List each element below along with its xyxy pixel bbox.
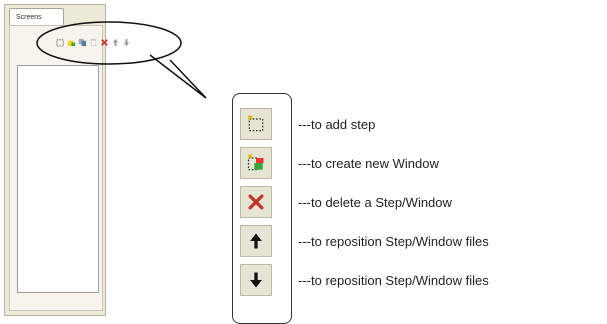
mini-toolbar: [56, 36, 131, 48]
legend-row-delete: ---to delete a Step/Window: [232, 186, 592, 218]
add-step-icon: [240, 108, 272, 140]
legend-label: ---to add step: [298, 117, 376, 132]
copy-icon[interactable]: [78, 38, 87, 47]
legend-label: ---to reposition Step/Window files: [298, 273, 489, 288]
move-up-icon: [240, 225, 272, 257]
delete-icon[interactable]: [100, 38, 109, 47]
move-down-icon[interactable]: [122, 38, 131, 47]
move-down-icon: [240, 264, 272, 296]
callout-pointer: [149, 54, 207, 99]
legend-row-new-window: ---to create new Window: [232, 147, 592, 179]
legend-label: ---to reposition Step/Window files: [298, 234, 489, 249]
tab-screens[interactable]: Screens: [9, 8, 64, 26]
legend-label: ---to delete a Step/Window: [298, 195, 452, 210]
paste-icon[interactable]: [89, 38, 98, 47]
legend-row-move-down: ---to reposition Step/Window files: [232, 264, 592, 296]
move-up-icon[interactable]: [111, 38, 120, 47]
screens-panel: Screens: [4, 4, 106, 316]
add-step-icon[interactable]: [56, 38, 65, 47]
legend-label: ---to create new Window: [298, 156, 439, 171]
screens-list[interactable]: [17, 65, 99, 293]
delete-icon: [240, 186, 272, 218]
legend-row-add-step: ---to add step: [232, 108, 592, 140]
new-window-icon[interactable]: [67, 38, 76, 47]
new-window-icon: [240, 147, 272, 179]
legend-row-move-up: ---to reposition Step/Window files: [232, 225, 592, 257]
